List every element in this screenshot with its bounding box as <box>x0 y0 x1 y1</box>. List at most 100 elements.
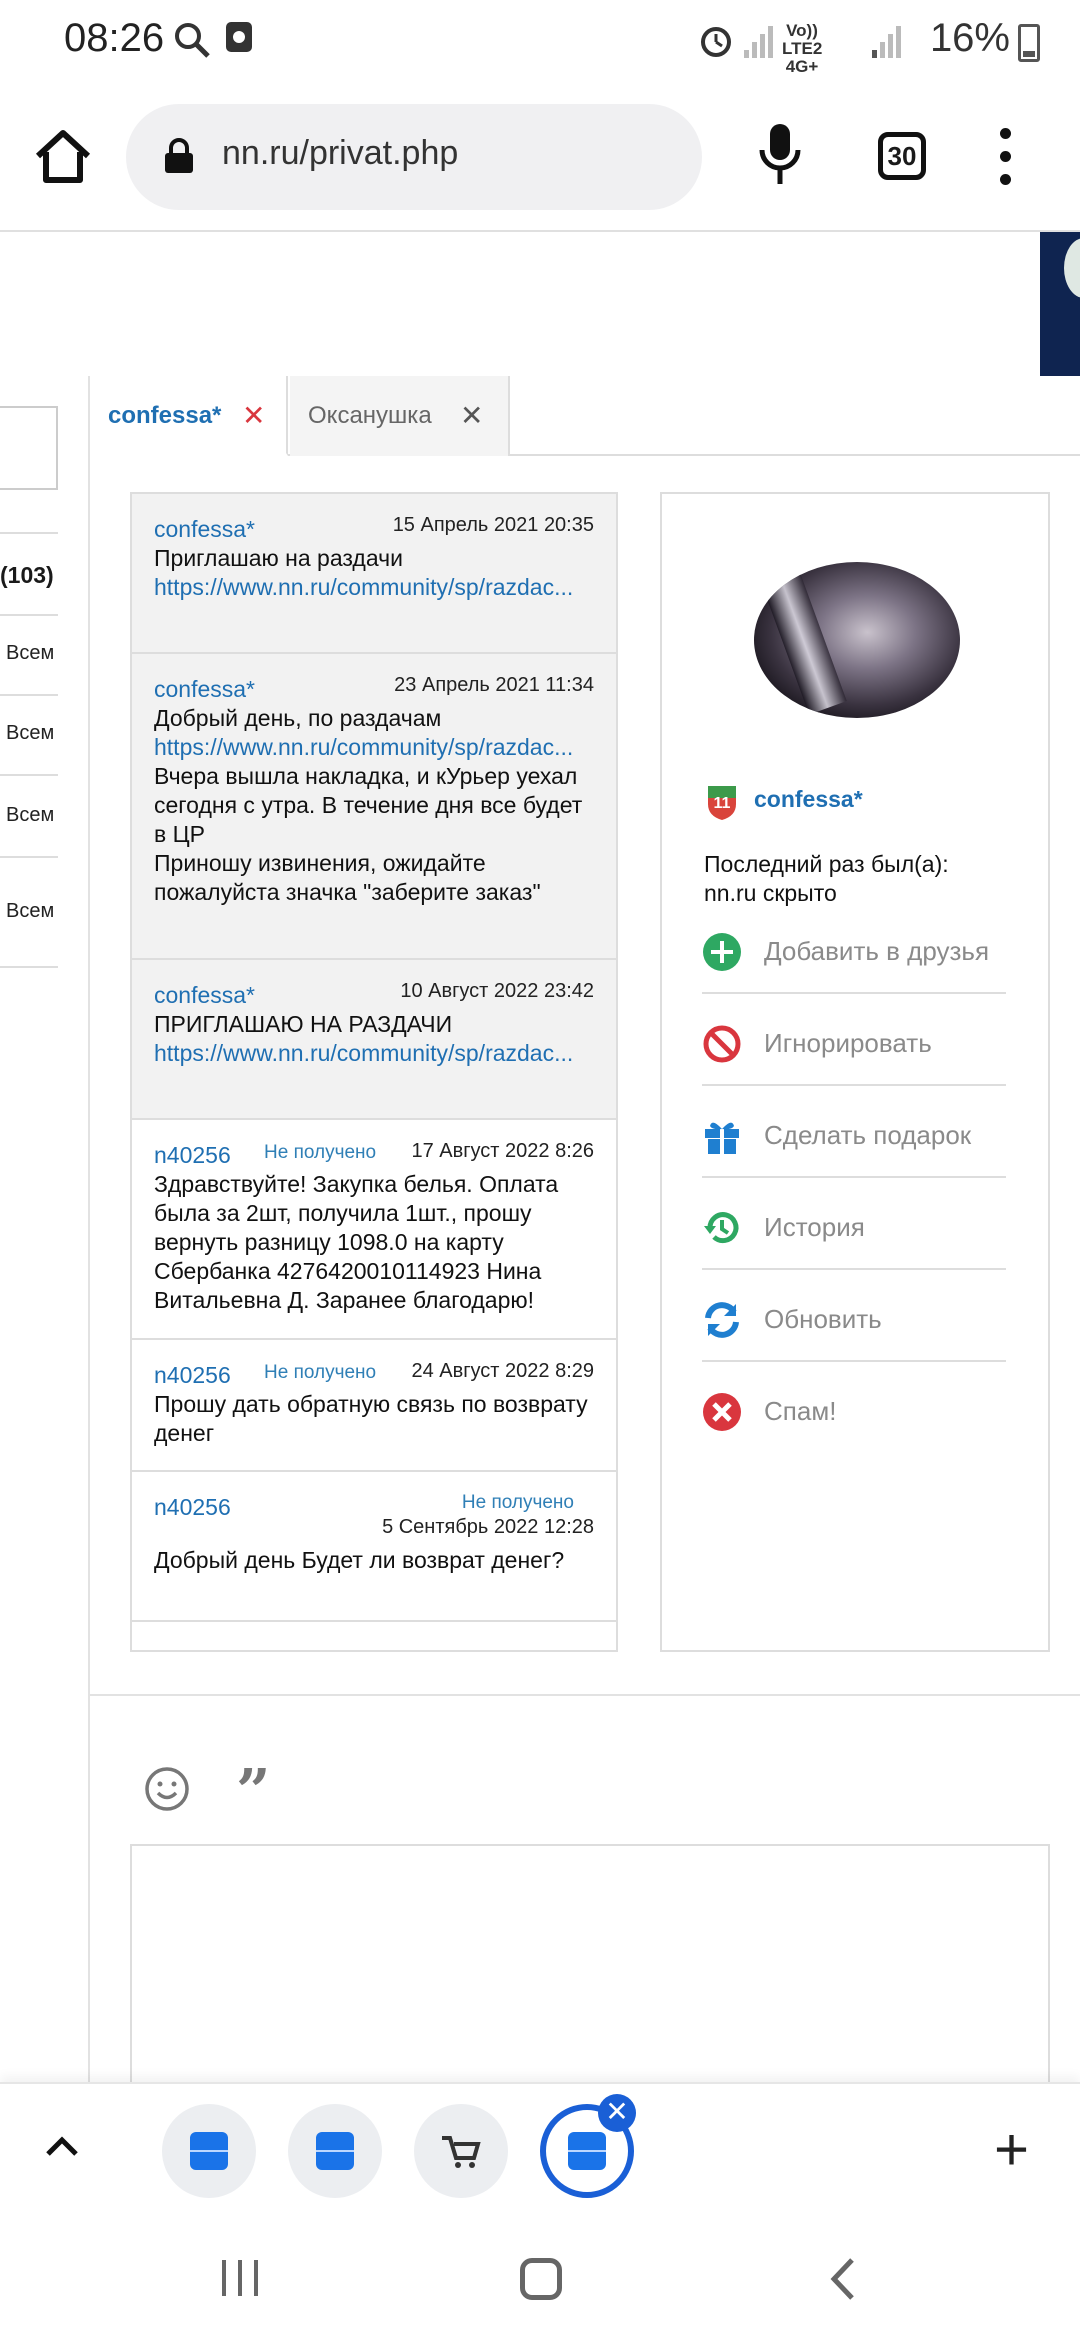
url-text: nn.ru/privat.php <box>222 134 459 172</box>
add-friend-icon <box>703 933 741 971</box>
message-author[interactable]: confessa* <box>154 982 255 1009</box>
message-status: Не получено <box>264 1362 377 1383</box>
message-date: 15 Апрель 2021 20:35 <box>392 514 594 536</box>
action-label: Игнорировать <box>764 1028 932 1058</box>
spam-button[interactable]: Спам! <box>702 1362 1006 1454</box>
close-icon[interactable]: ✕ <box>460 402 483 430</box>
browser-tab[interactable] <box>162 2104 256 2198</box>
message-link[interactable]: https://www.nn.ru/community/sp/razdac... <box>154 1039 600 1068</box>
tab-confessa[interactable]: confessa* ✕ <box>90 376 288 456</box>
battery-percent: 16% <box>929 16 1010 60</box>
rank-badge-icon: 11 <box>708 786 736 820</box>
signal-icon <box>744 26 773 58</box>
message-body: Добрый день, по раздачам <box>154 705 442 731</box>
message-author[interactable]: n40256 <box>154 1362 231 1389</box>
home-nav-icon[interactable] <box>520 2258 562 2300</box>
action-label: Обновить <box>764 1304 882 1334</box>
last-seen-label: Последний раз был(а): <box>704 851 949 877</box>
add-friend-button[interactable]: Добавить в друзья <box>702 902 1006 994</box>
message-text: Приглашаю на раздачи https://www.nn.ru/c… <box>154 544 600 602</box>
history-icon <box>704 1212 739 1244</box>
chevron-up-icon[interactable] <box>44 2134 80 2158</box>
action-label: Спам! <box>764 1396 837 1426</box>
banner-image <box>1040 232 1080 376</box>
message-text: ПРИГЛАШАЮ НА РАЗДАЧИ https://www.nn.ru/c… <box>154 1010 600 1068</box>
gift-button[interactable]: Сделать подарок <box>702 1086 1006 1178</box>
ignore-button[interactable]: Игнорировать <box>702 994 1006 1086</box>
message-link[interactable]: https://www.nn.ru/community/sp/razdac... <box>154 573 600 602</box>
alarm-icon <box>701 27 731 57</box>
site-icon <box>316 2132 354 2170</box>
divider <box>0 614 58 616</box>
sidebar-item[interactable]: Всем <box>6 642 54 665</box>
message-author[interactable]: confessa* <box>154 676 255 703</box>
microphone-icon[interactable] <box>758 120 802 190</box>
message-text: Добрый день, по раздачам https://www.nn.… <box>154 704 600 907</box>
signal-icon-2 <box>872 26 901 58</box>
tab-label: Оксанушка <box>308 402 432 429</box>
action-label: Сделать подарок <box>764 1120 972 1150</box>
tab-label: confessa* <box>108 402 222 429</box>
tab-oksanushka[interactable]: Оксанушка ✕ <box>290 376 510 456</box>
sidebar-item[interactable]: Всем <box>6 722 54 745</box>
message-link[interactable]: https://www.nn.ru/community/sp/razdac... <box>154 733 600 762</box>
history-button[interactable]: История <box>702 1178 1006 1270</box>
sidebar-item[interactable]: Всем <box>6 804 54 827</box>
volte-indicator: Vo)) LTE2 4G+ <box>782 21 823 76</box>
message-body: Добрый день Будет ли возврат денег? <box>154 1547 565 1573</box>
message-author[interactable]: n40256 <box>154 1494 231 1521</box>
new-tab-icon[interactable]: + <box>994 2120 1029 2180</box>
message-date: 5 Сентябрь 2022 12:28 <box>382 1516 594 1538</box>
search-icon <box>175 23 210 58</box>
message-body: Прошу дать обратную связь по возврату де… <box>154 1391 588 1446</box>
conversation-tabs: confessa* ✕ Оксанушка ✕ <box>90 376 1080 456</box>
last-seen: Последний раз был(а): nn.ru скрыто <box>704 850 1024 908</box>
sidebar-count: (103) <box>0 562 54 588</box>
browser-tab-strip: ✕ + <box>0 2082 1080 2214</box>
message-item: n40256 Не получено 17 Август 2022 8:26 З… <box>132 1120 616 1340</box>
message-date: 17 Август 2022 8:26 <box>411 1140 594 1162</box>
action-label: Добавить в друзья <box>764 936 990 966</box>
browser-tab[interactable] <box>288 2104 382 2198</box>
quote-icon[interactable]: ” <box>236 1762 271 1822</box>
sidebar-search-box[interactable] <box>0 406 58 490</box>
message-date: 10 Август 2022 23:42 <box>400 980 594 1002</box>
sidebar-item[interactable]: Всем <box>6 900 54 923</box>
divider <box>0 694 58 696</box>
message-body: Приглашаю на раздачи <box>154 545 403 571</box>
home-icon[interactable] <box>30 124 96 190</box>
status-bar: 08:26 Vo)) LTE2 4G+ 16% <box>0 0 1080 84</box>
message-author[interactable]: n40256 <box>154 1142 231 1169</box>
divider <box>0 856 58 858</box>
more-menu-icon[interactable] <box>1000 128 1014 188</box>
message-author[interactable]: confessa* <box>154 516 255 543</box>
message-item: confessa* 23 Апрель 2021 11:34 Добрый де… <box>132 654 616 960</box>
divider <box>0 774 58 776</box>
divider <box>88 1694 1080 1696</box>
message-body-continued: Вчера вышла накладка, и кУрьер уехал сег… <box>154 763 583 905</box>
close-tab-icon[interactable]: ✕ <box>598 2094 636 2132</box>
refresh-button[interactable]: Обновить <box>702 1270 1006 1362</box>
avatar[interactable] <box>754 562 960 718</box>
recent-apps-icon[interactable] <box>218 2258 262 2298</box>
divider <box>0 532 58 534</box>
action-label: История <box>764 1212 865 1242</box>
message-list[interactable]: confessa* 15 Апрель 2021 20:35 Приглашаю… <box>130 492 618 1652</box>
refresh-icon <box>705 1302 739 1338</box>
profile-panel: 11 confessa* Последний раз был(а): nn.ru… <box>660 492 1050 1652</box>
close-icon[interactable]: ✕ <box>242 402 265 430</box>
divider <box>0 966 58 968</box>
message-item: confessa* 15 Апрель 2021 20:35 Приглашаю… <box>132 494 616 654</box>
message-item: n40256 Не получено 24 Август 2022 8:29 П… <box>132 1340 616 1472</box>
profile-name[interactable]: confessa* <box>754 786 863 813</box>
emoji-icon[interactable] <box>144 1766 190 1812</box>
tab-switcher-button[interactable]: 30 <box>878 132 926 180</box>
system-nav-bar <box>0 2214 1080 2340</box>
browser-tab[interactable] <box>414 2104 508 2198</box>
lock-icon <box>165 138 193 173</box>
message-input[interactable] <box>130 1844 1050 2082</box>
rank-number: 11 <box>714 795 731 812</box>
browser-toolbar: nn.ru/privat.php 30 <box>0 84 1080 232</box>
address-bar[interactable]: nn.ru/privat.php <box>126 104 702 210</box>
back-icon[interactable] <box>828 2256 856 2302</box>
